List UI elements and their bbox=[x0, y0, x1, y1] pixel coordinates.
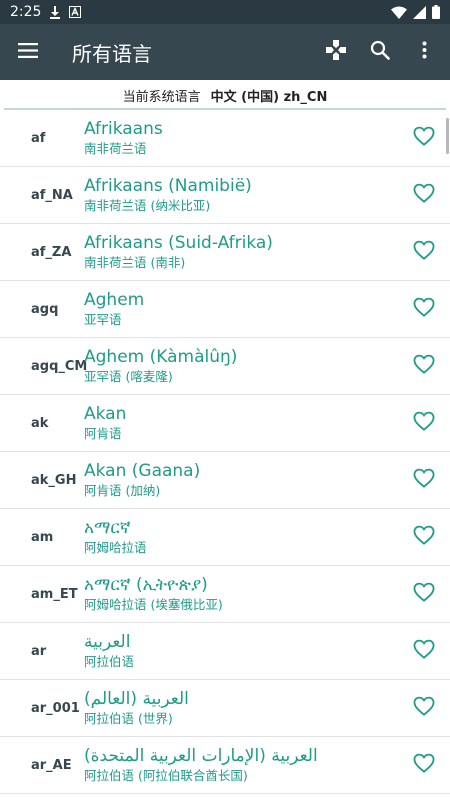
language-local-name: 亚罕语 (喀麦隆) bbox=[84, 369, 173, 384]
language-native-name: Aghem bbox=[84, 290, 145, 310]
language-code: af_NA bbox=[31, 187, 73, 203]
system-language-value: 中文 (中国) zh_CN bbox=[210, 89, 328, 105]
language-native-name: Aghem (Kàmàlûŋ) bbox=[84, 347, 238, 367]
language-native-name: Afrikaans bbox=[84, 119, 163, 139]
language-row-af-za[interactable]: af_ZA Afrikaans (Suid-Afrika) 南非荷兰语 (南非) bbox=[0, 224, 450, 281]
language-local-name: 阿肯语 (加纳) bbox=[84, 483, 161, 498]
battery-icon bbox=[432, 5, 440, 19]
language-code: ar_001 bbox=[31, 700, 80, 716]
language-row-ar-001[interactable]: ar_001 العربية (العالم) 阿拉伯语 (世界) bbox=[0, 680, 450, 737]
language-native-name: Akan (Gaana) bbox=[84, 461, 201, 481]
signal-icon bbox=[413, 5, 426, 19]
language-local-name: 南非荷兰语 (纳米比亚) bbox=[84, 198, 211, 213]
heart-outline-icon bbox=[413, 753, 435, 777]
language-local-name: 阿姆哈拉语 bbox=[84, 540, 147, 555]
language-local-name: 南非荷兰语 bbox=[84, 141, 147, 156]
language-local-name: 阿拉伯语 (世界) bbox=[84, 711, 173, 726]
more-vert-icon bbox=[422, 41, 427, 63]
heart-outline-icon bbox=[413, 126, 435, 150]
language-local-name: 亚罕语 bbox=[84, 312, 122, 327]
heart-outline-icon bbox=[413, 468, 435, 492]
search-button[interactable] bbox=[358, 24, 402, 80]
language-native-name: አማርኛ bbox=[84, 518, 131, 538]
favorite-button[interactable] bbox=[398, 509, 450, 566]
language-row-af-na[interactable]: af_NA Afrikaans (Namibië) 南非荷兰语 (纳米比亚) bbox=[0, 167, 450, 224]
page-title: 所有语言 bbox=[72, 41, 152, 66]
favorite-button[interactable] bbox=[398, 224, 450, 281]
language-row-agq-cm[interactable]: agq_CM Aghem (Kàmàlûŋ) 亚罕语 (喀麦隆) bbox=[0, 338, 450, 395]
language-local-name: 阿姆哈拉语 (埃塞俄比亚) bbox=[84, 597, 223, 612]
favorite-button[interactable] bbox=[398, 680, 450, 737]
language-native-name: Afrikaans (Suid-Afrika) bbox=[84, 233, 273, 253]
language-local-name: 阿拉伯语 bbox=[84, 654, 135, 669]
status-time: 2:25 bbox=[10, 4, 42, 20]
language-native-name: العربية bbox=[84, 632, 131, 652]
language-native-name: العربية (الإمارات العربية المتحدة) bbox=[84, 746, 318, 766]
favorite-button[interactable] bbox=[398, 452, 450, 509]
language-code: ak_GH bbox=[31, 472, 77, 488]
heart-outline-icon bbox=[413, 354, 435, 378]
notification-a-icon bbox=[69, 6, 82, 18]
language-code: ar_AE bbox=[31, 757, 72, 773]
menu-icon bbox=[18, 42, 38, 62]
search-icon bbox=[370, 40, 390, 64]
favorite-button[interactable] bbox=[398, 338, 450, 395]
language-native-name: Afrikaans (Namibië) bbox=[84, 176, 252, 196]
favorite-button[interactable] bbox=[398, 566, 450, 623]
language-local-name: 南非荷兰语 (南非) bbox=[84, 255, 186, 270]
list-scrollbar[interactable] bbox=[446, 118, 449, 154]
current-system-language: 当前系统语言 中文 (中国) zh_CN bbox=[0, 80, 450, 110]
menu-button[interactable] bbox=[0, 24, 56, 80]
language-code: ak bbox=[31, 415, 49, 431]
language-code: af_ZA bbox=[31, 244, 72, 260]
heart-outline-icon bbox=[413, 297, 435, 321]
language-code: agq_CM bbox=[31, 358, 88, 374]
heart-outline-icon bbox=[413, 582, 435, 606]
wifi-icon bbox=[391, 6, 407, 19]
language-row-agq[interactable]: agq Aghem 亚罕语 bbox=[0, 281, 450, 338]
download-icon bbox=[49, 5, 61, 19]
app-bar: 所有语言 bbox=[0, 24, 450, 80]
favorite-button[interactable] bbox=[398, 281, 450, 338]
heart-outline-icon bbox=[413, 183, 435, 207]
language-native-name: Akan bbox=[84, 404, 127, 424]
favorite-button[interactable] bbox=[398, 167, 450, 224]
favorite-button[interactable] bbox=[398, 737, 450, 794]
language-code: agq bbox=[31, 301, 59, 317]
heart-outline-icon bbox=[413, 696, 435, 720]
more-options-button[interactable] bbox=[402, 24, 446, 80]
gamepad-button[interactable] bbox=[314, 24, 358, 80]
language-code: af bbox=[31, 130, 46, 146]
language-code: ar bbox=[31, 643, 47, 659]
language-row-ak-gh[interactable]: ak_GH Akan (Gaana) 阿肯语 (加纳) bbox=[0, 452, 450, 509]
language-row-am[interactable]: am አማርኛ 阿姆哈拉语 bbox=[0, 509, 450, 566]
language-local-name: 阿拉伯语 (阿拉伯联合酋长国) bbox=[84, 768, 248, 783]
language-native-name: العربية (العالم) bbox=[84, 689, 189, 709]
language-row-ar-ae[interactable]: ar_AE العربية (الإمارات العربية المتحدة)… bbox=[0, 737, 450, 794]
heart-outline-icon bbox=[413, 525, 435, 549]
favorite-button[interactable] bbox=[398, 623, 450, 680]
language-native-name: አማርኛ (ኢትዮጵያ) bbox=[84, 575, 208, 595]
language-list: af Afrikaans 南非荷兰语 af_NA Afrikaans (Nami… bbox=[0, 110, 450, 794]
favorite-button[interactable] bbox=[398, 110, 450, 167]
system-language-label: 当前系统语言 bbox=[122, 89, 201, 105]
heart-outline-icon bbox=[413, 639, 435, 663]
language-code: am_ET bbox=[31, 586, 78, 602]
language-local-name: 阿肯语 bbox=[84, 426, 122, 441]
status-bar: 2:25 bbox=[0, 0, 450, 24]
favorite-button[interactable] bbox=[398, 395, 450, 452]
language-row-ar[interactable]: ar العربية 阿拉伯语 bbox=[0, 623, 450, 680]
gamepad-icon bbox=[324, 38, 348, 66]
language-code: am bbox=[31, 529, 54, 545]
language-row-ak[interactable]: ak Akan 阿肯语 bbox=[0, 395, 450, 452]
heart-outline-icon bbox=[413, 411, 435, 435]
language-row-af[interactable]: af Afrikaans 南非荷兰语 bbox=[0, 110, 450, 167]
heart-outline-icon bbox=[413, 240, 435, 264]
language-row-am-et[interactable]: am_ET አማርኛ (ኢትዮጵያ) 阿姆哈拉语 (埃塞俄比亚) bbox=[0, 566, 450, 623]
